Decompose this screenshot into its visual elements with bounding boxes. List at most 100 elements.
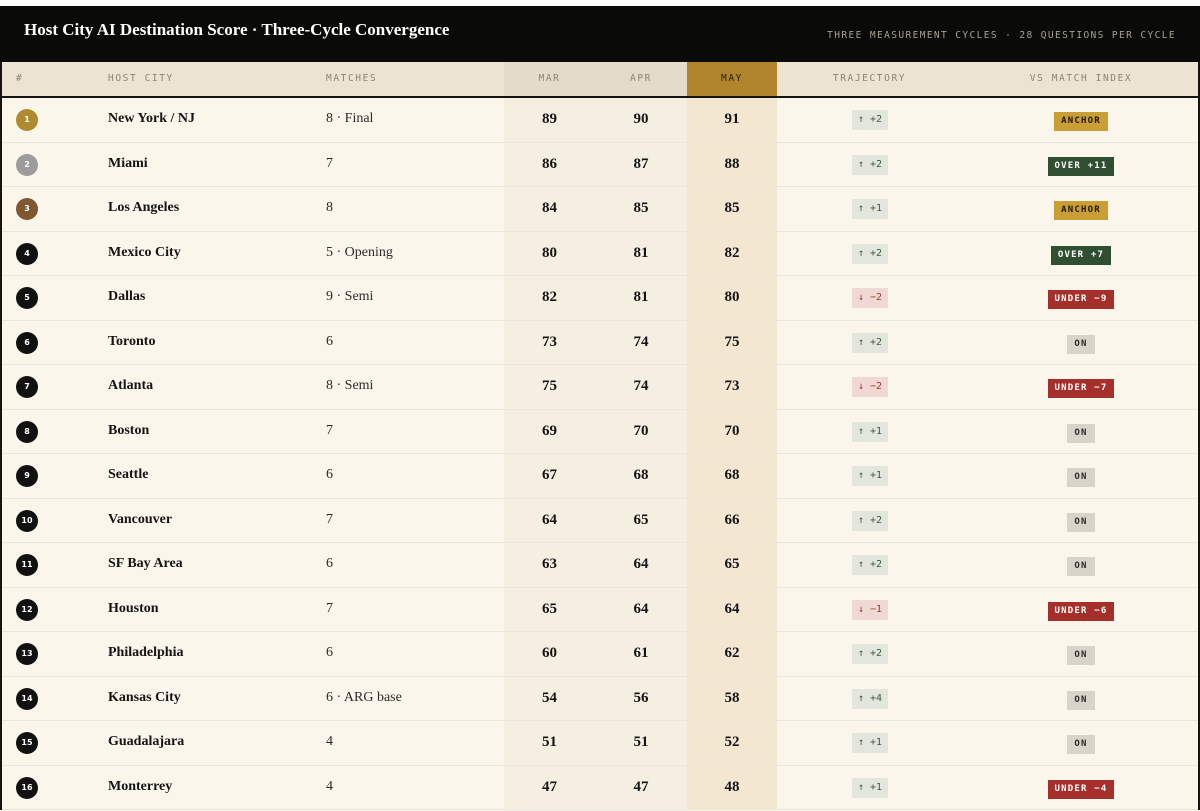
ranking-table: # HOST CITY MATCHES MAR APR MAY TRAJECTO… bbox=[0, 62, 1200, 810]
mar-score: 69 bbox=[542, 422, 557, 439]
match-index-badge: UNDER −4 bbox=[1047, 779, 1115, 799]
host-city-name: Houston bbox=[108, 600, 159, 616]
match-index-cell: ON bbox=[982, 333, 1180, 354]
trajectory-chip: ↑ +2 bbox=[852, 154, 889, 175]
header-rank: # bbox=[16, 73, 24, 84]
header-mar: MAR bbox=[504, 62, 595, 96]
header-apr: APR bbox=[595, 62, 687, 96]
host-city-name: Vancouver bbox=[108, 511, 173, 527]
apr-score: 65 bbox=[633, 511, 649, 528]
rank-badge: 1 bbox=[16, 109, 38, 131]
trajectory-chip: ↑ +1 bbox=[852, 421, 889, 442]
mar-score: 67 bbox=[542, 467, 557, 483]
host-city-name: SF Bay Area bbox=[108, 556, 183, 571]
match-index-badge: ON bbox=[1067, 468, 1095, 487]
apr-score: 74 bbox=[633, 333, 649, 350]
matches-cell: 9 · Semi bbox=[326, 289, 374, 304]
table-row: 7 Atlanta 8 · Semi 75 74 73 ↓ −2 UNDER −7 bbox=[2, 365, 1198, 410]
header-host-city: HOST CITY bbox=[108, 73, 174, 84]
host-city-name: Miami bbox=[108, 155, 148, 171]
apr-score: 61 bbox=[633, 645, 649, 661]
header-trajectory: TRAJECTORY bbox=[832, 73, 907, 84]
match-index-cell: UNDER −9 bbox=[982, 288, 1180, 309]
page: Host City AI Destination Score · Three-C… bbox=[0, 0, 1200, 811]
host-city-name: Boston bbox=[108, 422, 150, 438]
match-index-badge: ON bbox=[1067, 646, 1095, 665]
match-index-cell: ON bbox=[982, 466, 1180, 487]
mar-score: 64 bbox=[542, 511, 557, 528]
table-row: 16 Monterrey 4 47 47 48 ↑ +1 UNDER −4 bbox=[2, 766, 1198, 810]
host-city-name: Seattle bbox=[108, 467, 149, 482]
may-score: 52 bbox=[724, 734, 740, 750]
match-index-cell: ON bbox=[982, 689, 1180, 710]
match-index-badge: UNDER −9 bbox=[1047, 290, 1115, 309]
table-row: 12 Houston 7 65 64 64 ↓ −1 UNDER −6 bbox=[2, 588, 1198, 632]
match-index-badge: ON bbox=[1067, 334, 1095, 354]
match-index-badge: ON bbox=[1067, 557, 1095, 576]
table-row: 10 Vancouver 7 64 65 66 ↑ +2 ON bbox=[2, 499, 1198, 543]
rank-badge: 8 bbox=[16, 420, 38, 443]
match-index-badge: ANCHOR bbox=[1054, 112, 1108, 131]
header-vs-match-index: VS MATCH INDEX bbox=[1029, 73, 1133, 84]
trajectory-chip: ↑ +1 bbox=[852, 466, 889, 486]
match-index-badge: ON bbox=[1067, 735, 1095, 754]
mar-score: 51 bbox=[542, 734, 557, 750]
table-row: 13 Philadelphia 6 60 61 62 ↑ +2 ON bbox=[2, 632, 1198, 677]
header-may: MAY bbox=[687, 62, 777, 96]
match-index-cell: OVER +11 bbox=[982, 155, 1180, 176]
page-title: Host City AI Destination Score · Three-C… bbox=[24, 20, 450, 39]
match-index-cell: ON bbox=[982, 555, 1180, 576]
matches-cell: 4 bbox=[326, 778, 333, 794]
may-score: 64 bbox=[724, 600, 740, 617]
matches-cell: 7 bbox=[326, 600, 333, 616]
apr-score: 68 bbox=[633, 467, 649, 483]
matches-cell: 6 bbox=[326, 645, 333, 660]
rank-badge: 10 bbox=[16, 509, 38, 532]
mar-score: 82 bbox=[542, 289, 557, 305]
matches-cell: 7 bbox=[326, 511, 333, 527]
matches-cell: 6 · ARG base bbox=[326, 689, 402, 705]
matches-cell: 8 · Semi bbox=[326, 378, 374, 393]
mar-score: 54 bbox=[542, 689, 557, 706]
table-row: 2 Miami 7 86 87 88 ↑ +2 OVER +11 bbox=[2, 143, 1198, 187]
rank-badge: 7 bbox=[16, 376, 38, 398]
may-score: 48 bbox=[724, 778, 740, 795]
mar-score: 63 bbox=[542, 556, 557, 572]
rank-badge: 3 bbox=[16, 198, 38, 220]
apr-score: 70 bbox=[633, 422, 649, 439]
match-index-cell: UNDER −4 bbox=[982, 778, 1180, 799]
match-index-badge: UNDER −6 bbox=[1047, 601, 1115, 621]
matches-cell: 7 bbox=[326, 422, 333, 438]
mar-score: 89 bbox=[542, 111, 557, 127]
rank-badge: 9 bbox=[16, 465, 38, 487]
match-index-cell: OVER +7 bbox=[982, 244, 1180, 265]
match-index-badge: ON bbox=[1067, 512, 1095, 532]
apr-score: 81 bbox=[633, 244, 649, 261]
rank-badge: 12 bbox=[16, 598, 38, 621]
apr-score: 90 bbox=[633, 111, 649, 127]
mar-score: 80 bbox=[542, 244, 557, 261]
title-bar: Host City AI Destination Score · Three-C… bbox=[0, 0, 1200, 62]
match-index-badge: ANCHOR bbox=[1054, 201, 1108, 220]
trajectory-chip: ↑ +2 bbox=[852, 243, 889, 264]
trajectory-chip: ↑ +2 bbox=[852, 110, 889, 130]
table-row: 4 Mexico City 5 · Opening 80 81 82 ↑ +2 OVER +7 bbox=[2, 232, 1198, 276]
may-score: 58 bbox=[724, 689, 740, 706]
trajectory-chip: ↑ +4 bbox=[852, 688, 889, 709]
mar-score: 65 bbox=[542, 600, 557, 617]
apr-score: 64 bbox=[633, 600, 649, 617]
matches-cell: 8 · Final bbox=[326, 111, 374, 126]
trajectory-chip: ↓ −2 bbox=[852, 288, 889, 308]
may-score: 82 bbox=[724, 244, 740, 261]
rank-badge: 13 bbox=[16, 643, 38, 665]
apr-score: 56 bbox=[633, 689, 649, 706]
trajectory-chip: ↑ +1 bbox=[852, 199, 889, 219]
match-index-cell: ON bbox=[982, 644, 1180, 665]
mar-score: 86 bbox=[542, 155, 557, 172]
match-index-cell: UNDER −6 bbox=[982, 600, 1180, 621]
match-index-badge: UNDER −7 bbox=[1047, 379, 1115, 398]
matches-cell: 6 bbox=[326, 333, 333, 349]
match-index-cell: ON bbox=[982, 511, 1180, 532]
rank-badge: 6 bbox=[16, 331, 38, 354]
may-score: 73 bbox=[724, 378, 740, 394]
